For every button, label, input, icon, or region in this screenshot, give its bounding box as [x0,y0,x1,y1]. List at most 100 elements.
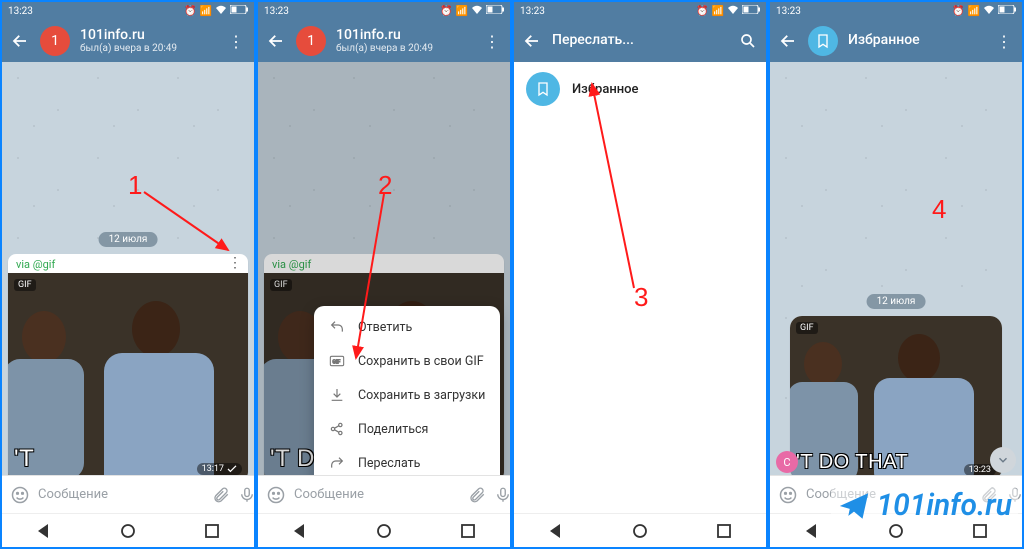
nav-home[interactable] [631,522,649,540]
menu-save-gif[interactable]: GIFСохранить в свои GIF [314,344,500,378]
context-menu: Ответить GIFСохранить в свои GIF Сохрани… [314,306,500,475]
message-time: 13:17 [197,463,242,475]
attach-button[interactable] [468,485,486,505]
annotation-number: 4 [932,194,946,225]
forward-title: Переслать... [552,33,728,48]
more-button[interactable]: ⋮ [226,31,246,51]
annotation-arrow [350,190,390,366]
message-bubble[interactable]: GIF 'T DO THAT 13:23 [790,316,1002,475]
status-time: 13:23 [8,6,33,17]
chat-title: 101info.ru [80,28,216,43]
menu-share[interactable]: Поделиться [314,412,500,446]
signal-icon: 📶 [200,6,212,17]
annotation-number: 2 [378,170,392,201]
nav-back[interactable] [547,522,565,540]
chat-header: 1 101info.ru был(а) вчера в 20:49 ⋮ [258,20,510,62]
emoji-button[interactable] [266,485,286,505]
alarm-icon: ⏰ [696,6,708,17]
chat-area[interactable]: 12 июля via @gif ⋮ GIF 'T 13:17 [2,62,254,475]
avatar[interactable] [808,26,838,56]
battery-icon [230,5,248,17]
annotation-number: 3 [634,282,648,313]
message-bubble[interactable]: via @gif ⋮ GIF 'T 13:17 [8,254,248,475]
emoji-button[interactable] [10,485,30,505]
header-title-block[interactable]: 101info.ru был(а) вчера в 20:49 [336,28,472,54]
search-button[interactable] [738,31,758,51]
battery-icon [998,5,1016,17]
share-icon [328,420,346,438]
chat-title: Избранное [848,33,984,48]
nav-recent[interactable] [715,522,733,540]
status-time: 13:23 [520,6,545,17]
phone-4: 13:23 ⏰ 📶 Избранное ⋮ 12 июля GIF 'T DO T… [768,0,1024,549]
svg-text:GIF: GIF [332,360,340,366]
message-input[interactable] [294,487,460,502]
attach-button[interactable] [212,485,230,505]
annotation-number: 1 [128,170,142,201]
alarm-icon: ⏰ [952,6,964,17]
back-button[interactable] [778,31,798,51]
nav-back[interactable] [35,522,53,540]
back-button[interactable] [522,31,542,51]
nav-recent[interactable] [203,522,221,540]
message-input-bar [258,475,510,513]
message-input[interactable] [38,487,204,502]
chat-subtitle: был(а) вчера в 20:49 [80,43,216,54]
nav-recent[interactable] [971,522,989,540]
gif-tag: GIF [14,279,36,291]
telegram-icon [837,489,871,523]
chat-header: 1 101info.ru был(а) вчера в 20:49 ⋮ [2,20,254,62]
chat-header: Избранное ⋮ [770,20,1022,62]
reply-icon [328,318,346,336]
status-time: 13:23 [776,6,801,17]
menu-forward[interactable]: Переслать [314,446,500,475]
phone-3: 13:23 ⏰📶 Переслать... Избранное 3 [512,0,768,549]
wifi-icon [471,5,483,18]
alarm-icon: ⏰ [184,6,196,17]
sender-avatar[interactable]: C [776,451,798,473]
gif-attachment[interactable]: GIF 'T 13:17 [8,273,248,475]
avatar[interactable]: 1 [296,26,326,56]
gif-tag: GIF [270,279,292,291]
nav-recent[interactable] [459,522,477,540]
status-bar: 13:23 ⏰ 📶 [770,2,1022,20]
mic-button[interactable] [238,485,256,505]
nav-back[interactable] [291,522,309,540]
annotation-arrow [586,78,646,294]
menu-reply[interactable]: Ответить [314,310,500,344]
chat-subtitle: был(а) вчера в 20:49 [336,43,472,54]
signal-icon: 📶 [456,6,468,17]
avatar-letter: 1 [51,33,59,49]
chat-area[interactable]: 12 июля GIF 'T DO THAT 13:23 C [770,62,1022,475]
more-button[interactable]: ⋮ [482,31,502,51]
header-title-block[interactable]: 101info.ru был(а) вчера в 20:49 [80,28,216,54]
message-input-bar [2,475,254,513]
nav-home[interactable] [887,522,905,540]
nav-home[interactable] [375,522,393,540]
annotation-arrow [142,190,238,260]
status-bar: 13:23 ⏰📶 [258,2,510,20]
back-button[interactable] [10,31,30,51]
menu-download[interactable]: Сохранить в загрузки [314,378,500,412]
gif-attachment[interactable]: GIF 'T DO THAT 13:23 [790,316,1002,475]
battery-icon [486,5,504,17]
watermark: 101info.ru [831,488,1018,523]
signal-icon: 📶 [968,6,980,17]
emoji-button[interactable] [778,485,798,505]
back-button[interactable] [266,31,286,51]
nav-home[interactable] [119,522,137,540]
wifi-icon [983,5,995,18]
nav-back[interactable] [803,522,821,540]
gif-icon: GIF [328,352,346,370]
more-button[interactable]: ⋮ [994,31,1014,51]
scroll-to-bottom-button[interactable] [990,447,1016,473]
forward-header: Переслать... [514,20,766,62]
phone-1: 13:23 ⏰ 📶 1 101info.ru был(а) вчера в 20… [0,0,256,549]
status-bar: 13:23 ⏰ 📶 [2,2,254,20]
mic-button[interactable] [494,485,512,505]
android-nav [258,513,510,547]
wifi-icon [727,5,739,18]
avatar[interactable]: 1 [40,26,70,56]
status-bar: 13:23 ⏰📶 [514,2,766,20]
forward-icon [328,454,346,472]
